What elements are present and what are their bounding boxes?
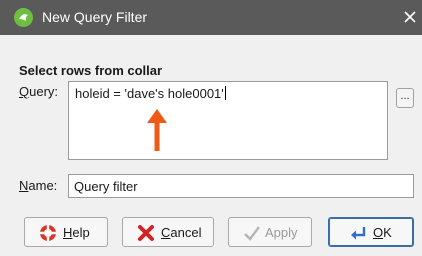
close-icon[interactable] <box>399 6 421 28</box>
text-caret <box>224 86 226 100</box>
ok-button[interactable]: OK <box>328 217 414 247</box>
cancel-x-icon <box>138 225 154 241</box>
cancel-mnemonic: C <box>161 225 171 240</box>
arrow-up-icon <box>147 109 167 151</box>
checkmark-icon <box>244 226 260 241</box>
cancel-button[interactable]: Cancel <box>122 217 214 247</box>
help-button[interactable]: Help <box>24 217 108 247</box>
section-heading: Select rows from collar <box>19 63 163 78</box>
name-value: Query filter <box>74 179 138 194</box>
name-label-text: ame: <box>28 178 58 193</box>
query-builder-button[interactable]: ... <box>396 88 414 108</box>
window-title: New Query Filter <box>42 9 148 25</box>
help-mnemonic: H <box>63 225 73 240</box>
return-arrow-icon <box>351 227 366 240</box>
query-textarea[interactable]: holeid = 'dave's hole0001' <box>68 81 388 160</box>
name-field[interactable]: Query filter <box>68 174 414 198</box>
title-bar: New Query Filter <box>0 0 422 35</box>
query-value: holeid = 'dave's hole0001' <box>75 86 224 101</box>
lifebuoy-icon <box>40 225 56 241</box>
new-query-filter-dialog: New Query Filter Select rows from collar… <box>0 0 422 256</box>
help-label: elp <box>72 225 90 240</box>
leapfrog-icon <box>14 8 33 27</box>
ok-label: K <box>383 225 392 240</box>
query-label-mnemonic: Q <box>19 84 30 99</box>
apply-label: Apply <box>265 225 298 240</box>
query-label: Query: <box>19 84 58 99</box>
cancel-label: ancel <box>170 225 202 240</box>
name-label: Name: <box>19 178 57 193</box>
apply-button[interactable]: Apply <box>228 217 312 247</box>
ok-mnemonic: O <box>373 225 384 240</box>
name-label-mnemonic: N <box>19 178 29 193</box>
query-label-text: uery: <box>29 84 59 99</box>
